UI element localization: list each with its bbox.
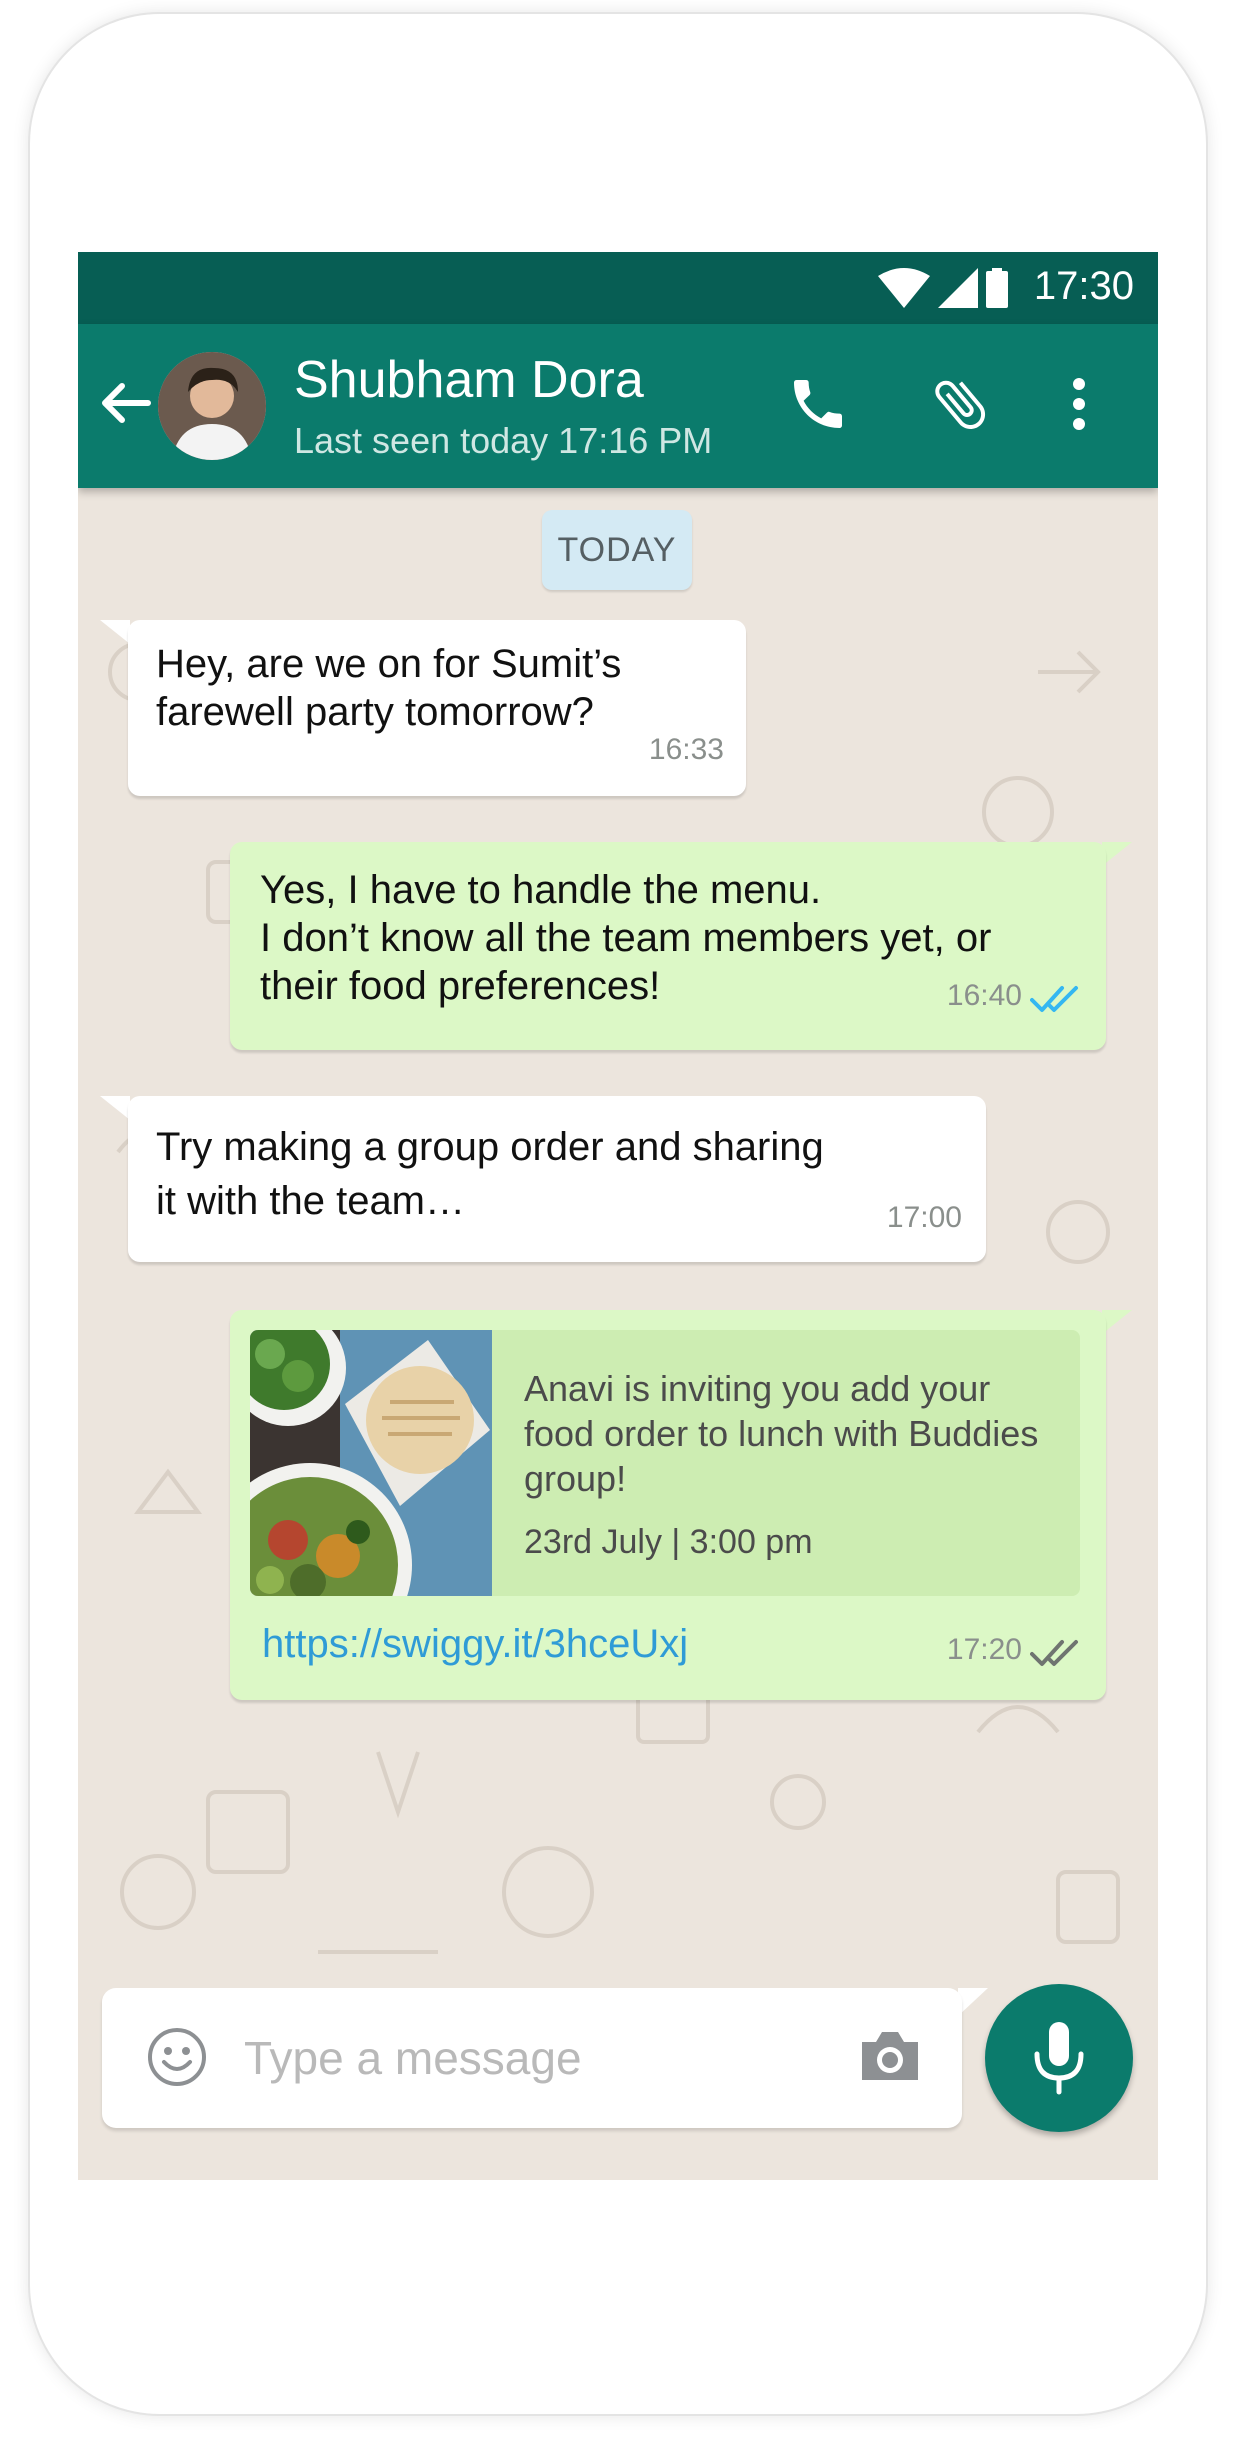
message-composer (102, 1988, 962, 2128)
message-time: 16:33 (648, 733, 724, 766)
chat-header: Shubham Dora Last seen today 17:16 PM (78, 324, 1158, 488)
message-input[interactable] (242, 2022, 806, 2094)
message-text: Yes, I have to handle the menu. I don’t … (260, 868, 992, 1008)
double-check-icon (1030, 1640, 1078, 1666)
message-time: 17:20 (946, 1633, 1022, 1666)
contact-name[interactable]: Shubham Dora (294, 350, 644, 410)
phone-icon[interactable] (786, 372, 850, 436)
avatar-image (158, 352, 266, 460)
last-seen-status: Last seen today 17:16 PM (294, 420, 713, 461)
status-bar: 17:30 (78, 252, 1158, 324)
chat-screen: 17:30 Shubham Dora Last seen today 17:16… (78, 252, 1158, 2180)
wifi-icon (878, 268, 930, 308)
message-outgoing-card[interactable]: Anavi is inviting you add your food orde… (230, 1310, 1106, 1700)
order-link[interactable]: https://swiggy.it/3hceUxj (262, 1620, 688, 1668)
signal-icon (938, 268, 978, 308)
camera-icon[interactable] (858, 2028, 922, 2084)
bubble-tail (1102, 842, 1132, 866)
bubble-tail (100, 1096, 130, 1120)
card-date: 23rd July | 3:00 pm (524, 1523, 813, 1561)
message-time: 17:00 (886, 1201, 962, 1234)
mic-icon (1034, 2022, 1084, 2095)
food-preview-image (250, 1330, 492, 1596)
message-outgoing[interactable]: Yes, I have to handle the menu. I don’t … (230, 842, 1106, 1050)
battery-icon (986, 268, 1008, 308)
back-arrow-icon[interactable] (98, 376, 152, 430)
double-check-icon (1030, 986, 1078, 1012)
message-incoming[interactable]: Try making a group order and sharing it … (128, 1096, 986, 1262)
message-time: 16:40 (946, 979, 1022, 1012)
message-text: Hey, are we on for Sumit’s farewell part… (156, 642, 622, 734)
date-divider: TODAY (542, 510, 692, 590)
attach-icon[interactable] (928, 372, 992, 436)
voice-record-button[interactable] (985, 1984, 1133, 2132)
bubble-tail (1102, 1310, 1132, 1334)
bubble-tail (100, 620, 130, 644)
card-description: Anavi is inviting you add your food orde… (524, 1368, 1039, 1499)
avatar[interactable] (158, 352, 266, 460)
composer-tail (958, 1988, 988, 2016)
message-incoming[interactable]: Hey, are we on for Sumit’s farewell part… (128, 620, 746, 796)
link-preview-card[interactable]: Anavi is inviting you add your food orde… (250, 1330, 1080, 1596)
emoji-icon[interactable] (146, 2026, 208, 2088)
more-vert-icon[interactable] (1068, 372, 1090, 436)
status-time: 17:30 (1033, 264, 1134, 308)
message-text: Try making a group order and sharing it … (156, 1125, 824, 1223)
